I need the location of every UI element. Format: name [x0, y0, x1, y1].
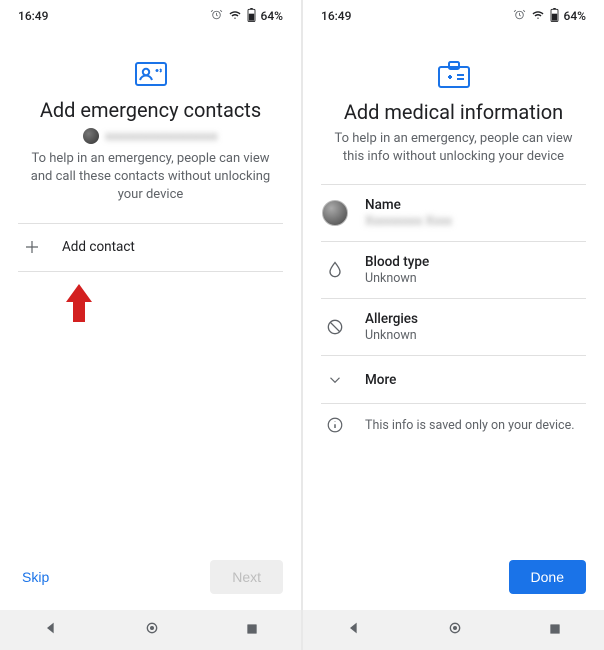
content-area: Add emergency contacts xxxxxxxxxxxxxxxxx…	[0, 32, 301, 548]
done-button[interactable]: Done	[509, 560, 586, 594]
contacts-list: Add contact	[18, 223, 283, 272]
droplet-icon	[323, 260, 347, 280]
add-contact-row[interactable]: Add contact	[18, 224, 283, 272]
avatar-icon	[323, 200, 347, 226]
content-area: Add medical information To help in an em…	[303, 32, 604, 548]
alarm-icon	[513, 8, 526, 24]
page-title: Add medical information	[325, 100, 582, 124]
footer-bar: Done	[303, 548, 604, 610]
chevron-down-icon	[323, 371, 347, 389]
footer-bar: Skip Next	[0, 548, 301, 610]
status-time: 16:49	[321, 9, 351, 23]
account-row[interactable]: xxxxxxxxxxxxxxxxxx	[22, 128, 279, 144]
screen-medical-information: 16:49 64% Add medical	[303, 0, 604, 650]
header-block: Add medical information To help in an em…	[303, 32, 604, 178]
battery-icon	[550, 8, 559, 25]
status-right: 64%	[210, 8, 283, 25]
wifi-icon	[531, 9, 545, 24]
info-storage-row: This info is saved only on your device.	[303, 404, 604, 446]
name-label: Name	[365, 197, 584, 213]
skip-button[interactable]: Skip	[18, 561, 53, 593]
nav-home-icon[interactable]	[144, 620, 160, 640]
nav-back-icon[interactable]	[346, 620, 362, 640]
medical-id-icon	[325, 60, 582, 90]
name-value: Xxxxxxxxx Xxxx	[365, 214, 584, 229]
nav-recent-icon[interactable]	[548, 621, 562, 640]
add-contact-label: Add contact	[62, 239, 281, 255]
system-nav-bar	[303, 610, 604, 650]
alarm-icon	[210, 8, 223, 24]
battery-icon	[247, 8, 256, 25]
subtitle-text: To help in an emergency, people can view…	[325, 130, 582, 166]
more-label: More	[365, 372, 584, 388]
screen-emergency-contacts: 16:49 64% Add emergen	[0, 0, 301, 650]
wifi-icon	[228, 9, 242, 24]
row-more[interactable]: More	[321, 356, 586, 404]
blood-value: Unknown	[365, 271, 584, 286]
allergies-value: Unknown	[365, 328, 584, 343]
allergies-label: Allergies	[365, 311, 584, 327]
row-blood-type[interactable]: Blood type Unknown	[321, 242, 586, 299]
nav-back-icon[interactable]	[43, 620, 59, 640]
header-block: Add emergency contacts xxxxxxxxxxxxxxxxx…	[0, 32, 301, 217]
account-email: xxxxxxxxxxxxxxxxxx	[105, 129, 218, 143]
status-time: 16:49	[18, 9, 48, 23]
contacts-card-icon	[22, 60, 279, 88]
blood-label: Blood type	[365, 254, 584, 270]
next-button: Next	[210, 560, 283, 594]
battery-percent: 64%	[261, 9, 283, 23]
battery-percent: 64%	[564, 9, 586, 23]
status-bar: 16:49 64%	[303, 0, 604, 32]
no-symbol-icon	[323, 317, 347, 337]
nav-recent-icon[interactable]	[245, 621, 259, 640]
info-icon	[323, 416, 347, 434]
plus-icon	[20, 238, 44, 256]
subtitle-text: To help in an emergency, people can view…	[22, 150, 279, 205]
page-title: Add emergency contacts	[22, 98, 279, 122]
row-name[interactable]: Name Xxxxxxxxx Xxxx	[321, 185, 586, 242]
info-text: This info is saved only on your device.	[365, 418, 575, 433]
row-allergies[interactable]: Allergies Unknown	[321, 299, 586, 356]
avatar	[83, 128, 99, 144]
system-nav-bar	[0, 610, 301, 650]
medical-list: Name Xxxxxxxxx Xxxx Blood type Unknown	[321, 184, 586, 404]
nav-home-icon[interactable]	[447, 620, 463, 640]
status-right: 64%	[513, 8, 586, 25]
status-bar: 16:49 64%	[0, 0, 301, 32]
